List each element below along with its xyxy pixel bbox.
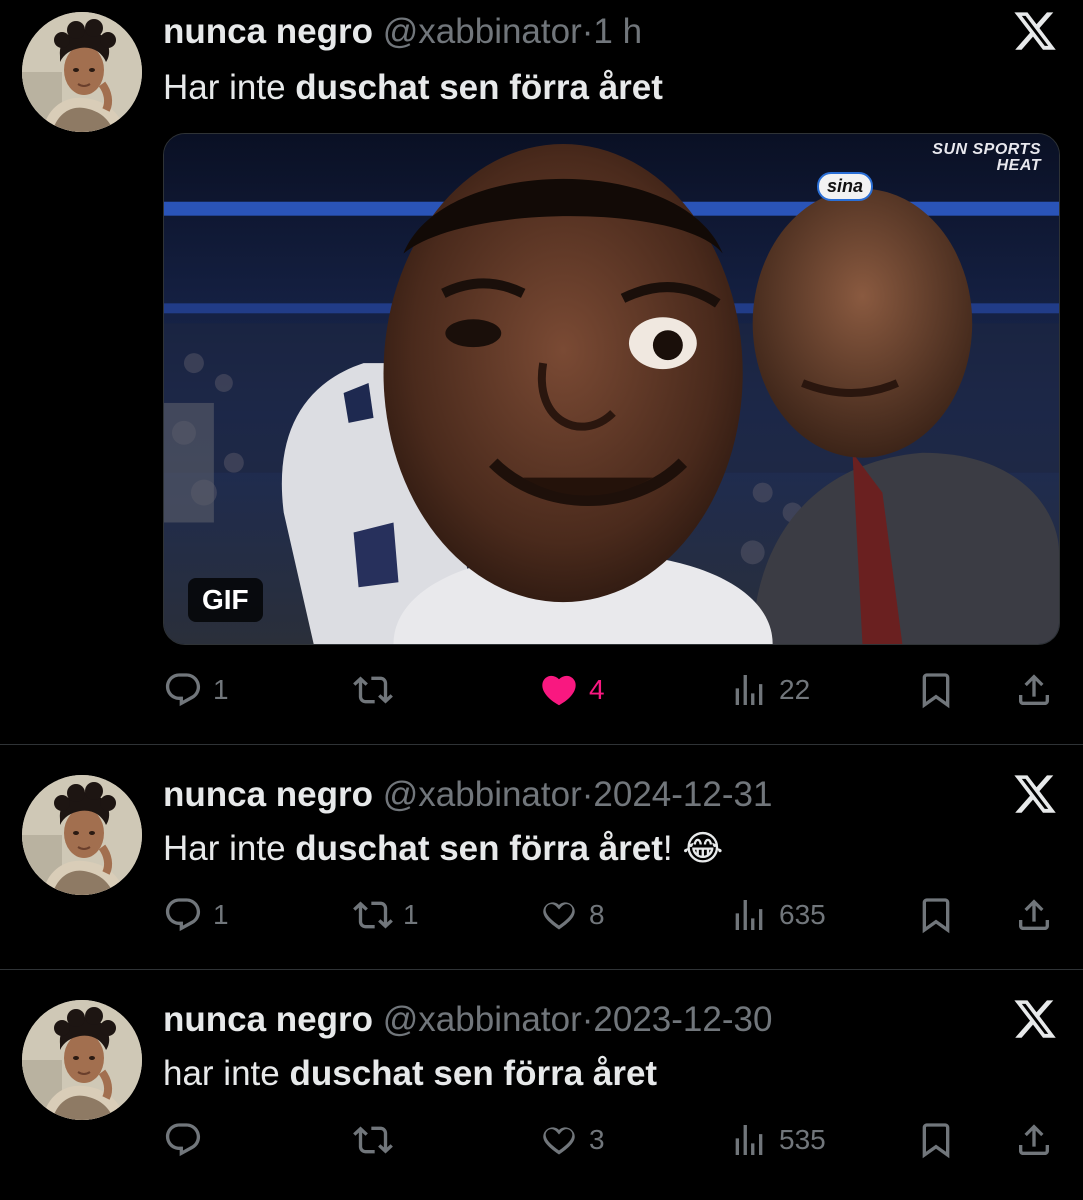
handle[interactable]: @xabbinator bbox=[383, 12, 582, 51]
tweet-text-plain: Har inte bbox=[163, 68, 296, 107]
repost-icon bbox=[353, 670, 393, 710]
views-button[interactable]: 22 bbox=[729, 667, 810, 713]
reply-icon bbox=[163, 1120, 203, 1160]
avatar[interactable] bbox=[22, 1000, 142, 1120]
gif-media[interactable]: sina SUN SPORTS HEAT GIF bbox=[163, 133, 1060, 645]
broadcast-line-1: SUN SPORTS bbox=[932, 141, 1041, 158]
display-name[interactable]: nunca negro bbox=[163, 12, 373, 51]
views-count: 535 bbox=[779, 1124, 826, 1155]
action-bar: 1 4 22 bbox=[163, 667, 1063, 713]
like-icon bbox=[539, 1120, 579, 1160]
repost-count: 1 bbox=[403, 899, 419, 930]
views-icon bbox=[729, 670, 769, 710]
sina-logo: sina bbox=[817, 172, 874, 201]
timestamp[interactable]: 2023-12-30 bbox=[593, 1000, 772, 1039]
tweet-header: nunca negro @xabbinator·2024-12-31 bbox=[163, 775, 772, 815]
share-icon bbox=[1014, 670, 1054, 710]
repost-button[interactable]: 1 bbox=[353, 892, 419, 938]
action-bar: 1 1 8 635 bbox=[163, 892, 1063, 938]
tweet-2[interactable]: nunca negro @xabbinator·2024-12-31 Har i… bbox=[0, 745, 1083, 970]
handle[interactable]: @xabbinator bbox=[383, 1000, 582, 1039]
reply-icon bbox=[163, 670, 203, 710]
timestamp[interactable]: 2024-12-31 bbox=[593, 775, 772, 814]
display-name[interactable]: nunca negro bbox=[163, 1000, 373, 1039]
bookmark-button[interactable] bbox=[916, 667, 956, 713]
tweet-text: har inte duschat sen förra året bbox=[163, 1054, 657, 1094]
tweet-text-bold: duschat sen förra året bbox=[295, 829, 663, 868]
share-icon bbox=[1014, 1120, 1054, 1160]
bookmark-icon bbox=[916, 1120, 956, 1160]
views-icon bbox=[729, 895, 769, 935]
like-count: 3 bbox=[589, 1124, 605, 1155]
bookmark-button[interactable] bbox=[916, 892, 956, 938]
share-button[interactable] bbox=[1014, 1117, 1054, 1163]
timestamp[interactable]: 1 h bbox=[593, 12, 642, 51]
bookmark-icon bbox=[916, 895, 956, 935]
reply-count: 1 bbox=[213, 674, 229, 705]
repost-button[interactable] bbox=[353, 1117, 403, 1163]
gif-badge: GIF bbox=[188, 578, 263, 622]
tweet-text-plain: Har inte bbox=[163, 829, 296, 868]
tweet-3[interactable]: nunca negro @xabbinator·2023-12-30 har i… bbox=[0, 970, 1083, 1200]
tweet-header: nunca negro @xabbinator·2023-12-30 bbox=[163, 1000, 772, 1040]
share-button[interactable] bbox=[1014, 667, 1054, 713]
reply-icon bbox=[163, 895, 203, 935]
reply-button[interactable]: 1 bbox=[163, 667, 229, 713]
reply-button[interactable]: 1 bbox=[163, 892, 229, 938]
reply-button[interactable] bbox=[163, 1117, 213, 1163]
like-button[interactable]: 4 bbox=[539, 667, 605, 713]
repost-icon bbox=[353, 1120, 393, 1160]
tweet-1[interactable]: nunca negro @xabbinator·1 h Har inte dus… bbox=[0, 0, 1083, 745]
repost-icon bbox=[353, 895, 393, 935]
like-button[interactable]: 8 bbox=[539, 892, 605, 938]
views-button[interactable]: 535 bbox=[729, 1117, 826, 1163]
x-logo-icon bbox=[1012, 8, 1058, 54]
x-logo-icon bbox=[1012, 996, 1058, 1042]
tweet-text: Har inte duschat sen förra året bbox=[163, 68, 663, 108]
views-button[interactable]: 635 bbox=[729, 892, 826, 938]
bookmark-icon bbox=[916, 670, 956, 710]
tweet-text-tail: ! 😂 bbox=[662, 829, 724, 868]
broadcast-line-2: HEAT bbox=[996, 157, 1041, 174]
share-icon bbox=[1014, 895, 1054, 935]
handle[interactable]: @xabbinator bbox=[383, 775, 582, 814]
like-icon bbox=[539, 670, 579, 710]
gif-frame-image bbox=[164, 134, 1059, 644]
broadcast-logo: SUN SPORTS HEAT bbox=[932, 142, 1041, 174]
like-button[interactable]: 3 bbox=[539, 1117, 605, 1163]
views-count: 635 bbox=[779, 899, 826, 930]
separator: · bbox=[581, 775, 594, 814]
like-count: 8 bbox=[589, 899, 605, 930]
separator: · bbox=[581, 1000, 594, 1039]
avatar[interactable] bbox=[22, 775, 142, 895]
tweet-text-bold: duschat sen förra året bbox=[289, 1054, 658, 1093]
separator: · bbox=[581, 12, 594, 51]
share-button[interactable] bbox=[1014, 892, 1054, 938]
views-count: 22 bbox=[779, 674, 811, 705]
avatar[interactable] bbox=[22, 12, 142, 132]
repost-button[interactable] bbox=[353, 667, 403, 713]
display-name[interactable]: nunca negro bbox=[163, 775, 373, 814]
bookmark-button[interactable] bbox=[916, 1117, 956, 1163]
tweet-text-plain: har inte bbox=[163, 1054, 290, 1093]
views-icon bbox=[729, 1120, 769, 1160]
like-icon bbox=[539, 895, 579, 935]
like-count: 4 bbox=[589, 674, 605, 705]
action-bar: 3 535 bbox=[163, 1117, 1063, 1163]
x-logo-icon bbox=[1012, 771, 1058, 817]
reply-count: 1 bbox=[213, 899, 229, 930]
tweet-text-bold: duschat sen förra året bbox=[295, 68, 663, 107]
tweet-text: Har inte duschat sen förra året! 😂 bbox=[163, 829, 723, 869]
tweet-header: nunca negro @xabbinator·1 h bbox=[163, 12, 642, 52]
